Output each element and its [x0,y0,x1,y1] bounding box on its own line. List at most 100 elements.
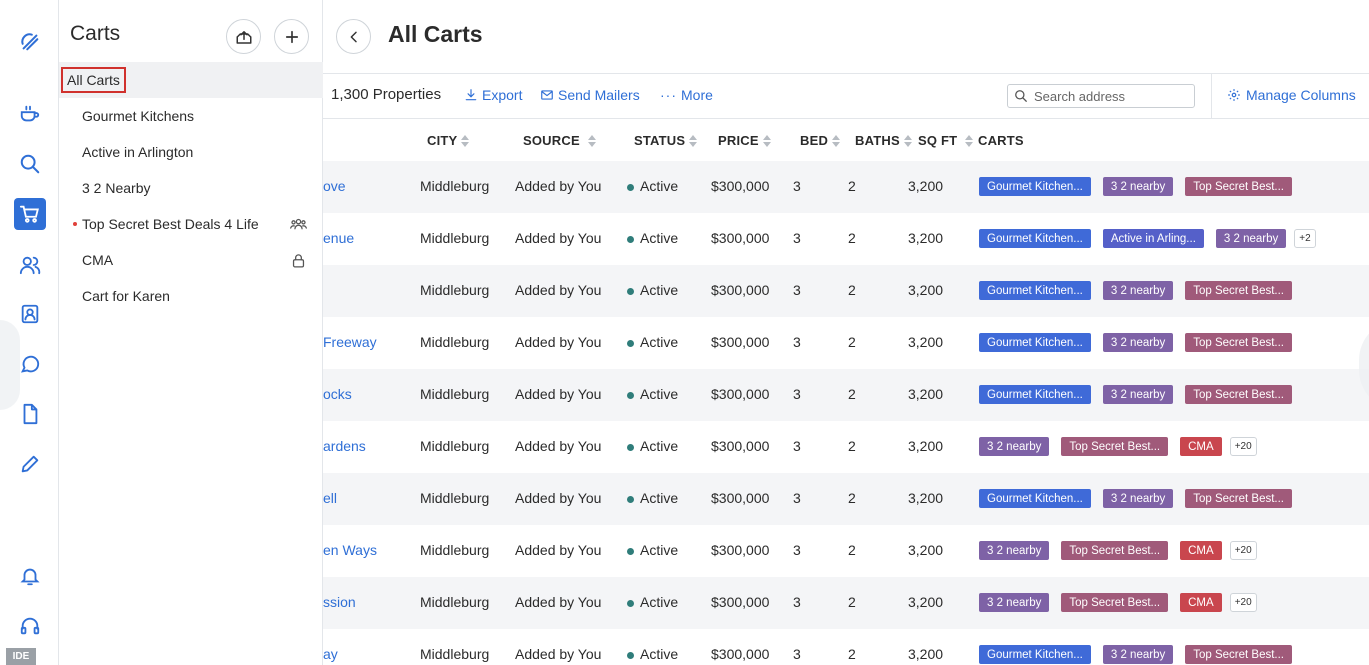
cart-tag[interactable]: Gourmet Kitchen... [979,333,1091,352]
logo-icon[interactable] [14,26,46,58]
cart-tag[interactable]: Active in Arling... [1102,229,1204,248]
cart-tag[interactable]: Top Secret Best... [1061,437,1169,456]
column-header-city[interactable]: CITY [427,133,470,148]
export-button[interactable]: Export [464,87,522,103]
cart-item-label: All Carts [61,67,126,93]
upload-cart-button[interactable] [226,19,261,54]
status-cell: Active [627,542,678,558]
cart-tag[interactable]: Top Secret Best... [1185,645,1292,664]
cart-tag[interactable]: 3 2 nearby [1215,229,1287,248]
table-row[interactable]: Middleburg Added by You Active $300,000 3 2 3,… [323,265,1369,317]
cart-item-active-in-arlington[interactable]: Active in Arlington [59,134,323,170]
cart-item-top-secret[interactable]: Top Secret Best Deals 4 Life [59,206,323,242]
address-link[interactable]: ove [323,178,346,194]
headset-icon[interactable] [17,613,43,639]
cart-tag[interactable]: 3 2 nearby [1102,333,1174,352]
ide-badge[interactable]: IDE [6,648,36,665]
cart-tag[interactable]: Top Secret Best... [1185,177,1292,196]
table-row[interactable]: ell Middleburg Added by You Active $300,000 3… [323,473,1369,525]
contacts-icon[interactable] [17,301,43,327]
column-header-status[interactable]: STATUS [634,133,698,148]
table-row[interactable]: Freeway Middleburg Added by You Active $300,… [323,317,1369,369]
cart-tag[interactable]: 3 2 nearby [979,541,1050,560]
bed-cell: 3 [793,334,801,350]
cart-tag[interactable]: 3 2 nearby [1102,489,1174,508]
cart-tag[interactable]: 3 2 nearby [1102,281,1174,300]
coffee-icon[interactable] [17,101,43,127]
address-link[interactable]: ell [323,490,337,506]
address-link[interactable]: en Ways [323,542,377,558]
cart-item-all-carts[interactable]: All Carts [59,62,323,98]
table-row[interactable]: ssion Middleburg Added by You Active $300,00… [323,577,1369,629]
rail-collapse-handle[interactable] [0,320,20,410]
property-count: 1,300 Properties [331,86,442,103]
cart-tag[interactable]: Gourmet Kitchen... [979,281,1091,300]
cart-tag[interactable]: Gourmet Kitchen... [979,177,1091,196]
source-cell: Added by You [515,438,602,454]
more-tags-badge[interactable]: +20 [1229,541,1257,560]
address-link[interactable]: ardens [323,438,366,454]
column-header-baths[interactable]: BATHS [855,133,912,148]
cart-tag[interactable]: Gourmet Kitchen... [979,229,1091,248]
cart-item-gourmet-kitchens[interactable]: Gourmet Kitchens [59,98,323,134]
cart-tag[interactable]: Gourmet Kitchen... [979,645,1091,664]
status-label: Active [640,230,679,246]
cart-tag[interactable]: 3 2 nearby [979,437,1050,456]
cart-item-cma[interactable]: CMA [59,242,323,278]
table-row[interactable]: ocks Middleburg Added by You Active $300,000… [323,369,1369,421]
document-icon[interactable] [17,401,43,427]
address-link[interactable]: enue [323,230,354,246]
more-tags-badge[interactable]: +20 [1229,437,1257,456]
cart-item-label: Gourmet Kitchens [82,108,195,124]
cart-item-3-2-nearby[interactable]: 3 2 Nearby [59,170,323,206]
table-row[interactable]: ay Middleburg Added by You Active $300,000 3 2… [323,629,1369,665]
cart-tag[interactable]: CMA [1180,437,1222,456]
column-header-sqft[interactable]: SQ FT [918,133,974,148]
cart-tag[interactable]: CMA [1180,593,1222,612]
address-link[interactable]: Freeway [323,334,377,350]
table-row[interactable]: en Ways Middleburg Added by You Active $300,… [323,525,1369,577]
cart-item-cart-for-karen[interactable]: Cart for Karen [59,278,323,314]
more-tags-badge[interactable]: +20 [1229,593,1257,612]
address-link[interactable]: ocks [323,386,352,402]
cart-tag[interactable]: 3 2 nearby [1102,177,1174,196]
column-header-bed[interactable]: BED [800,133,841,148]
source-cell: Added by You [515,386,602,402]
source-cell: Added by You [515,230,602,246]
cart-tag[interactable]: Gourmet Kitchen... [979,489,1091,508]
address-link[interactable]: ssion [323,594,356,610]
cart-tag[interactable]: Top Secret Best... [1061,593,1169,612]
more-tags-badge[interactable]: +2 [1294,229,1316,248]
table-row[interactable]: enue Middleburg Added by You Active $300,000… [323,213,1369,265]
search-icon[interactable] [17,151,43,177]
cart-tag[interactable]: Top Secret Best... [1185,281,1292,300]
cart-icon[interactable] [14,198,46,230]
cart-tag[interactable]: Top Secret Best... [1185,385,1292,404]
table-row[interactable]: ardens Middleburg Added by You Active $300,0… [323,421,1369,473]
cart-tag[interactable]: 3 2 nearby [979,593,1050,612]
search-address-input[interactable] [1034,88,1184,104]
search-box[interactable] [1007,84,1195,108]
column-header-price[interactable]: PRICE [718,133,771,148]
back-button[interactable] [336,19,371,54]
cart-tag[interactable]: Gourmet Kitchen... [979,385,1091,404]
add-cart-button[interactable] [274,19,309,54]
people-icon[interactable] [17,252,43,278]
cart-tag[interactable]: Top Secret Best... [1061,541,1169,560]
chat-icon[interactable] [17,351,43,377]
cart-tag[interactable]: Top Secret Best... [1185,333,1292,352]
manage-columns-button[interactable]: Manage Columns [1227,87,1356,103]
table-row[interactable]: ove Middleburg Added by You Active $300,000 3… [323,161,1369,213]
address-link[interactable]: ay [323,646,338,662]
cart-tag[interactable]: 3 2 nearby [1102,645,1174,664]
cart-tag[interactable]: Top Secret Best... [1185,489,1292,508]
pencil-icon[interactable] [17,451,43,477]
cart-tag[interactable]: 3 2 nearby [1102,385,1174,404]
more-button[interactable]: ··· More [660,87,713,103]
column-header-source[interactable]: SOURCE [523,133,596,148]
upload-icon [236,30,251,44]
send-mailers-button[interactable]: Send Mailers [540,87,640,103]
source-cell: Added by You [515,542,602,558]
cart-tag[interactable]: CMA [1180,541,1222,560]
bell-icon[interactable] [17,563,43,589]
